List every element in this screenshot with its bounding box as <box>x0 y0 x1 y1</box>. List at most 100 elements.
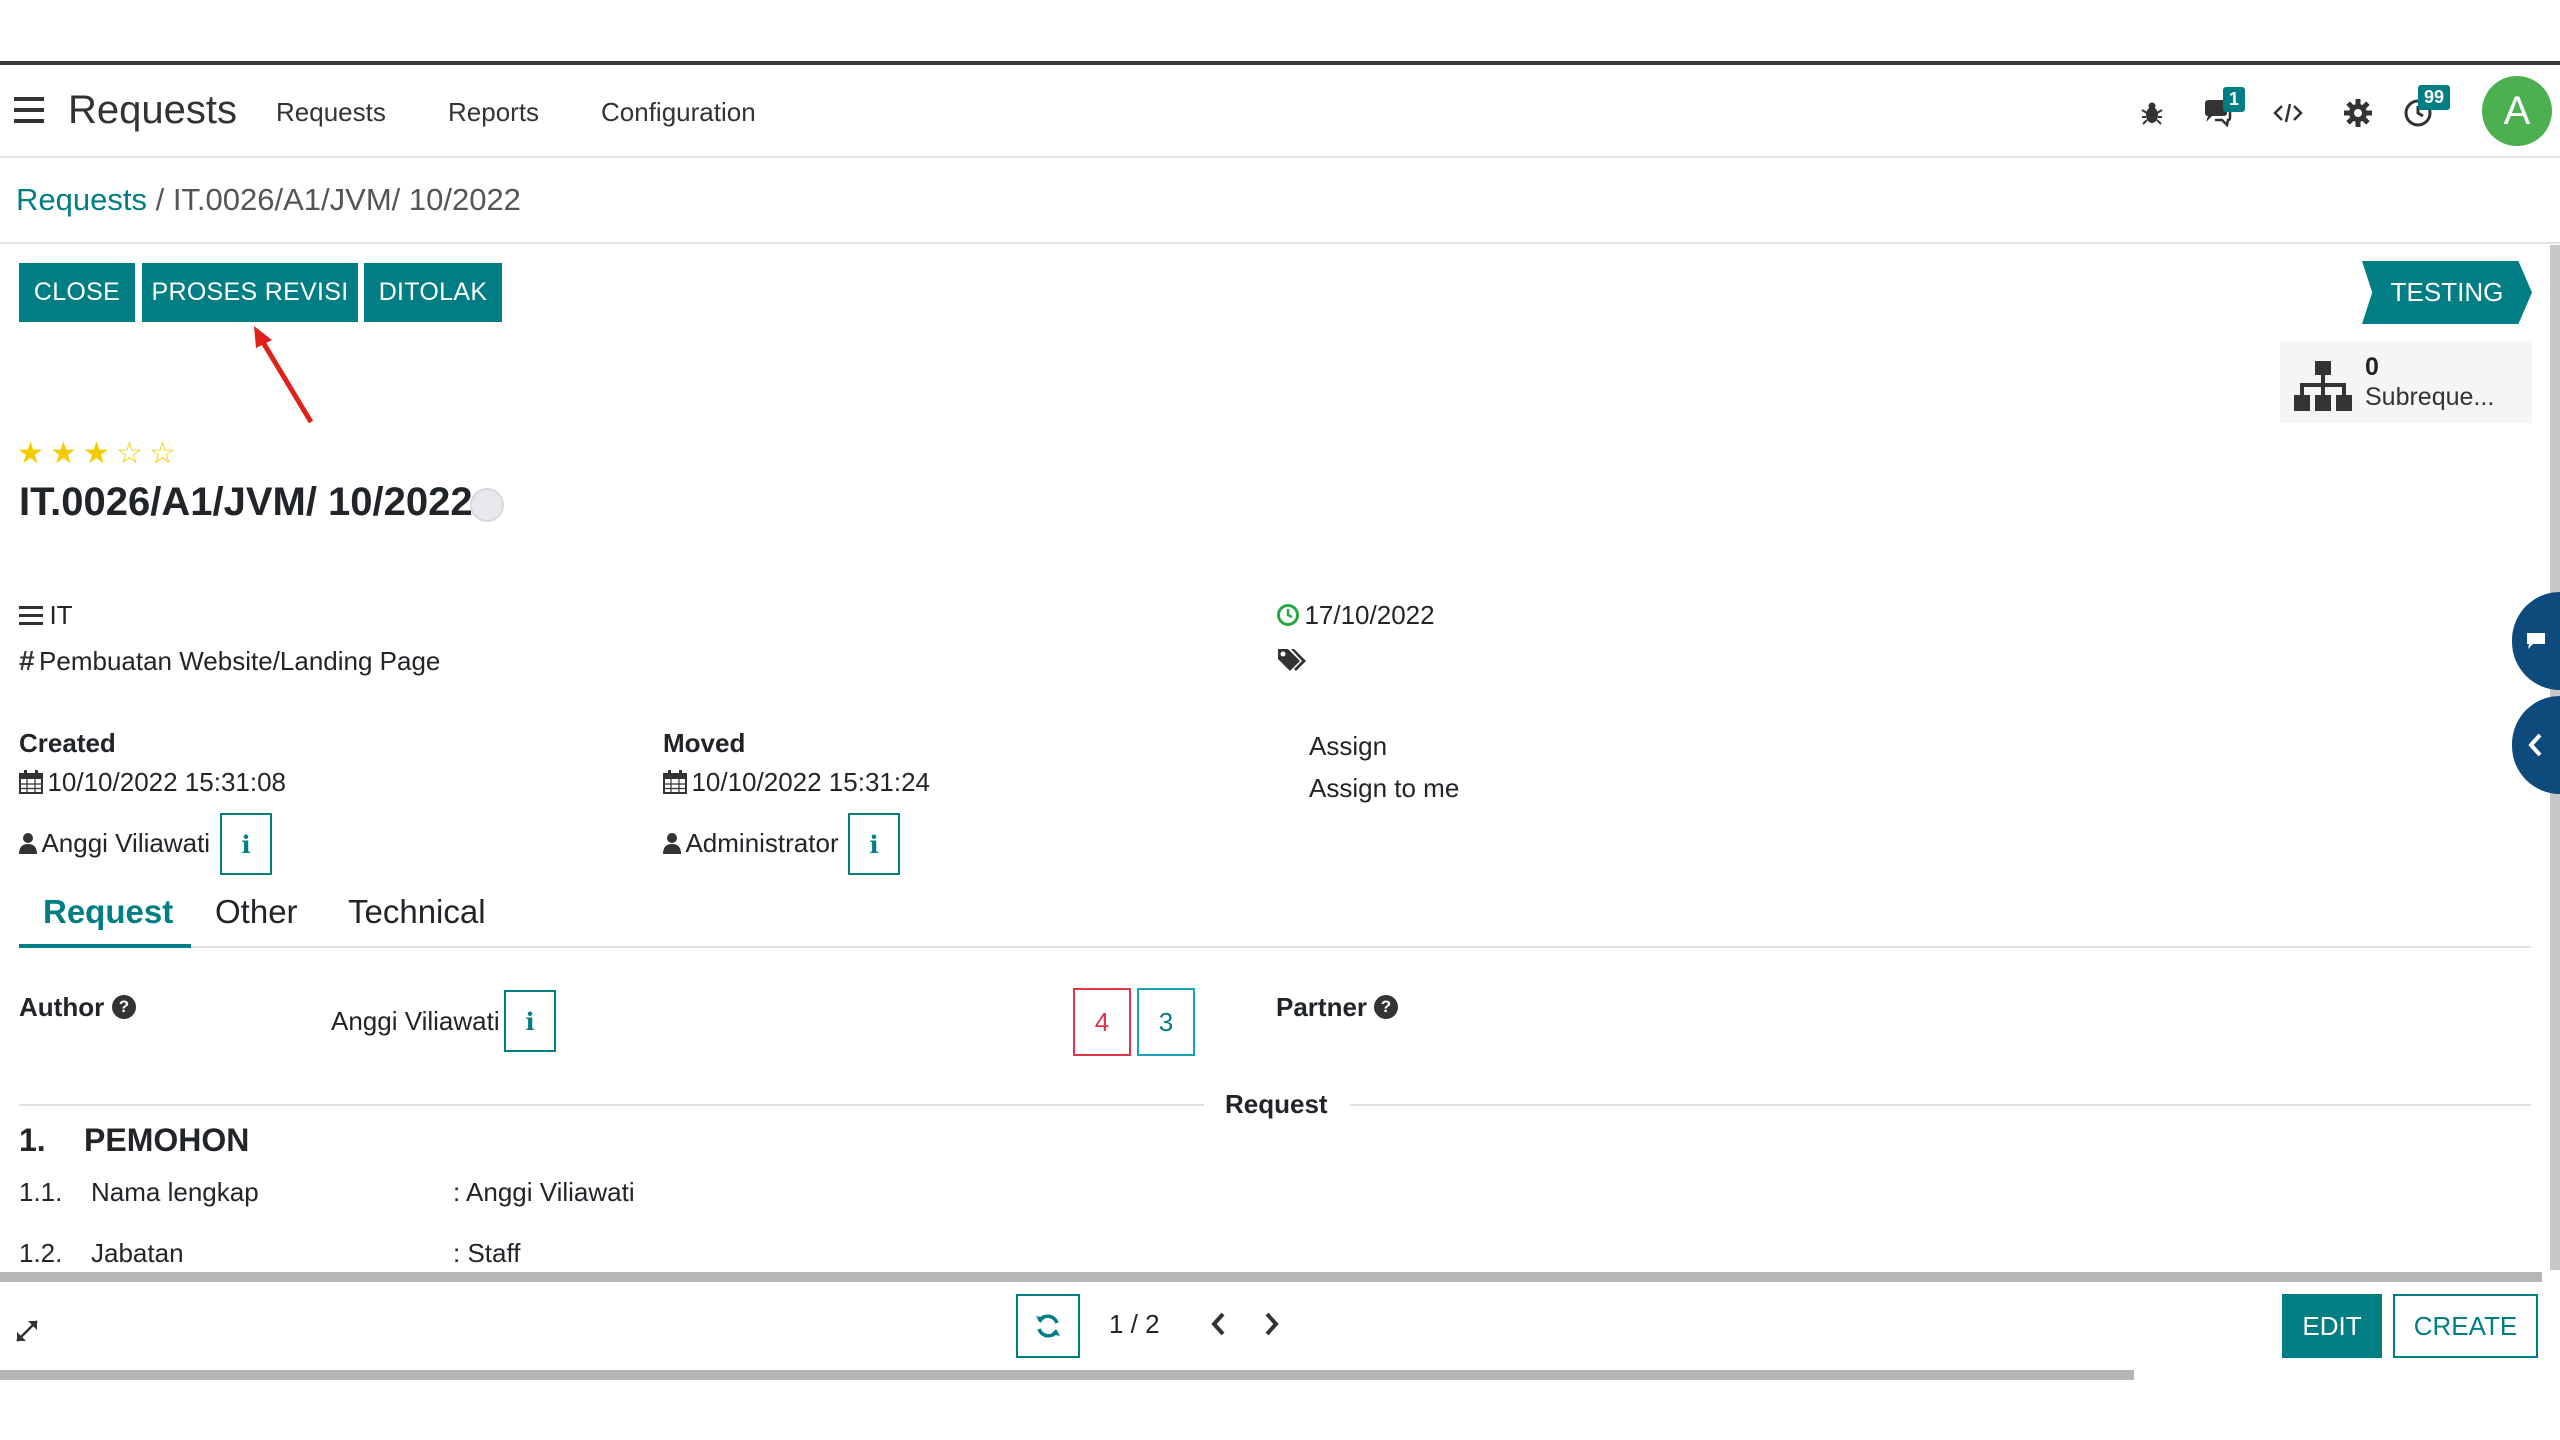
moved-by-field: Administrator <box>663 828 839 859</box>
close-button[interactable]: CLOSE <box>19 263 135 322</box>
chat-bubble-icon <box>2527 633 2545 649</box>
breadcrumb-current: IT.0026/A1/JVM/ 10/2022 <box>172 182 521 217</box>
gear-icon[interactable] <box>2336 91 2380 135</box>
moved-date: 10/10/2022 15:31:24 <box>691 767 931 797</box>
created-date: 10/10/2022 15:31:08 <box>47 767 287 797</box>
row-number: 1.1. <box>19 1177 63 1207</box>
tab-technical[interactable]: Technical <box>348 893 486 931</box>
assign-link[interactable]: Assign <box>1309 731 1387 762</box>
refresh-icon <box>1036 1314 1060 1338</box>
code-icon[interactable] <box>2266 91 2310 135</box>
create-button[interactable]: CREATE <box>2393 1294 2538 1358</box>
star-filled-icon[interactable]: ★ <box>83 436 110 471</box>
partner-label-wrap: Partner ? <box>1276 992 1398 1023</box>
calendar-icon <box>663 770 687 794</box>
expand-icon[interactable] <box>14 1318 40 1349</box>
help-icon[interactable]: ? <box>1374 995 1398 1019</box>
moved-by-link[interactable]: Administrator <box>685 828 838 858</box>
annotation-arrow <box>254 326 314 424</box>
sitemap-icon <box>2294 361 2352 411</box>
tags-icon[interactable] <box>1276 647 1308 678</box>
author-info-button[interactable]: i <box>504 990 556 1052</box>
tab-other[interactable]: Other <box>215 893 298 931</box>
screen-top-band <box>0 0 2560 62</box>
app-title[interactable]: Requests <box>68 88 237 133</box>
row-number: 1.2. <box>19 1238 63 1268</box>
created-by-link[interactable]: Anggi Viliawati <box>41 828 210 858</box>
row-label: Nama lengkap <box>91 1177 259 1207</box>
main-navbar: Requests Requests Reports Configuration … <box>0 65 2560 158</box>
menu-icon[interactable] <box>14 97 44 123</box>
created-by-info-button[interactable]: i <box>220 813 272 875</box>
menu-requests[interactable]: Requests <box>276 97 386 128</box>
moved-by-info-button[interactable]: i <box>848 813 900 875</box>
moved-date-field: 10/10/2022 15:31:24 <box>663 767 930 798</box>
list-icon <box>19 606 43 625</box>
category-field: IT <box>19 600 73 631</box>
created-date-field: 10/10/2022 15:31:08 <box>19 767 286 798</box>
section-title: PEMOHON <box>84 1122 250 1158</box>
separator-line-right <box>1350 1104 2531 1106</box>
star-filled-icon[interactable]: ★ <box>50 436 77 471</box>
created-by-field: Anggi Viliawati <box>19 828 210 859</box>
type-link[interactable]: Pembuatan Website/Landing Page <box>39 646 440 676</box>
subrequests-label: Subreque... <box>2365 383 2495 411</box>
subrequests-count: 0 <box>2365 353 2379 381</box>
created-label: Created <box>19 728 116 758</box>
bug-icon[interactable] <box>2130 91 2174 135</box>
type-field: # Pembuatan Website/Landing Page <box>19 645 440 677</box>
kanban-state-indicator[interactable] <box>470 488 504 522</box>
pager-value[interactable]: 1 / 2 <box>1109 1309 1160 1340</box>
user-icon <box>19 833 37 854</box>
deadline-value: 17/10/2022 <box>1304 600 1435 630</box>
tabs-divider <box>19 946 2531 948</box>
breadcrumb: Requests / IT.0026/A1/JVM/ 10/2022 <box>0 160 2560 244</box>
star-empty-icon[interactable]: ☆ <box>149 436 176 471</box>
help-icon[interactable]: ? <box>112 995 136 1019</box>
edit-button[interactable]: EDIT <box>2282 1294 2382 1358</box>
chat-side-tab[interactable] <box>2512 592 2560 690</box>
collapse-side-tab[interactable] <box>2512 696 2560 794</box>
author-label: Author <box>19 992 105 1022</box>
breadcrumb-separator: / <box>146 182 173 217</box>
tab-active-indicator <box>19 944 191 948</box>
partner-label: Partner <box>1276 992 1368 1022</box>
separator-line-left <box>19 1104 1204 1106</box>
request-separator-label: Request <box>1225 1089 1328 1119</box>
menu-configuration[interactable]: Configuration <box>601 97 756 128</box>
refresh-button[interactable] <box>1016 1294 1080 1358</box>
tab-request[interactable]: Request <box>43 893 173 931</box>
pager-previous-icon[interactable] <box>1208 1310 1228 1343</box>
section-number: 1. <box>19 1122 46 1158</box>
avatar[interactable]: A <box>2482 76 2552 146</box>
category-link[interactable]: IT <box>49 600 72 630</box>
hash-icon: # <box>19 645 35 676</box>
assign-to-me-link[interactable]: Assign to me <box>1309 773 1459 804</box>
user-icon <box>663 833 681 854</box>
proses-revisi-button[interactable]: PROSES REVISI <box>142 263 358 322</box>
count-teal-button[interactable]: 3 <box>1137 988 1195 1056</box>
star-filled-icon[interactable]: ★ <box>17 436 44 471</box>
star-empty-icon[interactable]: ☆ <box>116 436 143 471</box>
status-badge[interactable]: TESTING <box>2362 261 2532 324</box>
ditolak-button[interactable]: DITOLAK <box>364 263 502 322</box>
horizontal-scrollbar-page[interactable] <box>0 1370 2134 1380</box>
subrequests-smart-button[interactable]: 0 Subreque... <box>2280 341 2532 423</box>
author-link[interactable]: Anggi Viliawati <box>331 1006 500 1037</box>
author-label-wrap: Author ? <box>19 992 136 1023</box>
breadcrumb-root[interactable]: Requests <box>16 182 147 217</box>
menu-reports[interactable]: Reports <box>448 97 539 128</box>
moved-label: Moved <box>663 728 746 758</box>
record-title: IT.0026/A1/JVM/ 10/2022 <box>19 480 473 524</box>
deadline-field: 17/10/2022 <box>1276 600 1435 631</box>
horizontal-scrollbar-content[interactable] <box>0 1272 2542 1282</box>
row-value: : Staff <box>453 1238 521 1268</box>
pager-next-icon[interactable] <box>1262 1310 1282 1343</box>
row-label: Jabatan <box>91 1238 184 1268</box>
calendar-icon <box>19 770 43 794</box>
chat-badge: 1 <box>2223 87 2246 112</box>
row-value: : Anggi Viliawati <box>453 1177 635 1207</box>
activity-badge: 99 <box>2418 85 2451 110</box>
chevron-left-icon <box>2528 733 2542 757</box>
count-red-button[interactable]: 4 <box>1073 988 1131 1056</box>
